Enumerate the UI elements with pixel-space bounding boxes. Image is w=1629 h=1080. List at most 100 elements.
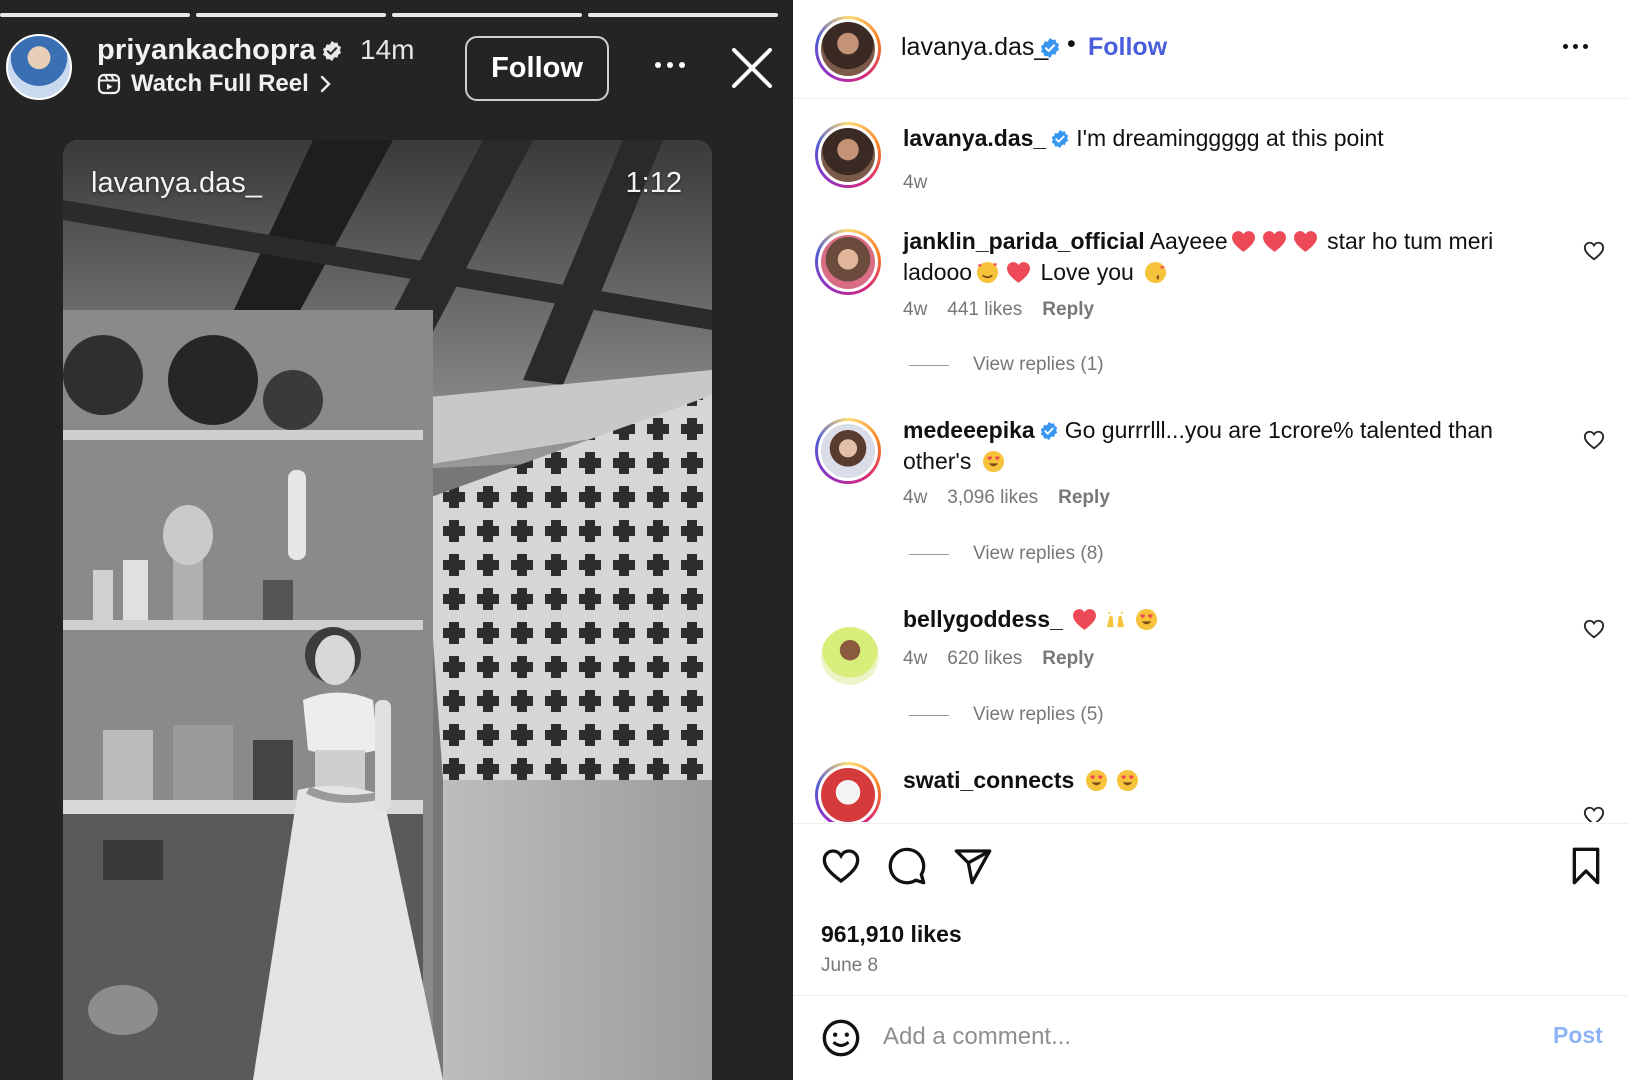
- bookmark-icon[interactable]: [1566, 846, 1606, 886]
- story-time-ago: 14m: [360, 34, 415, 65]
- post-panel: lavanya.das_ • Follow lavanya.das_ I'm dr…: [793, 0, 1629, 1080]
- emoji-smiley-icon[interactable]: [821, 1018, 861, 1058]
- more-icon[interactable]: [650, 50, 690, 80]
- progress-segment: [392, 13, 582, 17]
- comment-username[interactable]: janklin_parida_official: [903, 228, 1145, 254]
- comment-meta: 4w 620 likes Reply: [903, 648, 1094, 670]
- comment-likes[interactable]: 620 likes: [947, 648, 1022, 670]
- caption-time: 4w: [903, 172, 928, 193]
- reply-button[interactable]: Reply: [1058, 487, 1110, 509]
- post-comment-button[interactable]: Post: [1553, 1022, 1603, 1049]
- post-date: June 8: [821, 955, 879, 976]
- comment-meta: 4w 3,096 likes Reply: [903, 487, 1110, 509]
- reply-button[interactable]: Reply: [1042, 648, 1094, 670]
- comment-time: 4w: [903, 648, 928, 669]
- story-progress-bar: [0, 13, 778, 17]
- caption-username[interactable]: lavanya.das_: [903, 125, 1046, 151]
- post-follow-link[interactable]: Follow: [1088, 33, 1167, 62]
- caption-meta: 4w: [903, 172, 927, 194]
- heart-outline-icon[interactable]: [1583, 618, 1605, 640]
- comments-list[interactable]: lavanya.das_ I'm dreaminggggg at this poi…: [793, 100, 1629, 822]
- story-user-avatar[interactable]: [6, 34, 72, 100]
- comment-likes[interactable]: 3,096 likes: [947, 487, 1038, 509]
- view-replies-link[interactable]: View replies (1): [909, 354, 1104, 376]
- comment-avatar[interactable]: [815, 229, 881, 295]
- comment-text: bellygoddess_: [903, 604, 1553, 635]
- watch-full-reel-label: Watch Full Reel: [131, 70, 309, 97]
- view-replies-label: View replies (1): [973, 354, 1104, 375]
- comment-time: 4w: [903, 487, 928, 508]
- verified-badge-icon: [322, 40, 342, 62]
- comment-input[interactable]: [883, 1012, 1483, 1062]
- comment-bubble-icon[interactable]: [887, 846, 927, 886]
- caption-avatar[interactable]: [815, 122, 881, 188]
- story-follow-button[interactable]: Follow: [465, 36, 609, 101]
- comment-username[interactable]: bellygoddess_: [903, 606, 1063, 632]
- heart-emoji-icon: [1007, 262, 1031, 283]
- share-send-icon[interactable]: [953, 846, 993, 886]
- comment-text: medeeepika Go gurrrlll...you are 1crore% …: [903, 415, 1553, 477]
- kissing-face-emoji-icon: [1145, 261, 1167, 284]
- heart-outline-icon[interactable]: [1583, 429, 1605, 451]
- verified-badge-icon: [1040, 421, 1057, 441]
- like-heart-icon[interactable]: [821, 846, 861, 886]
- story-username[interactable]: priyankachopra: [97, 34, 316, 67]
- comment-avatar[interactable]: [821, 627, 879, 685]
- comment-meta: 4w 441 likes Reply: [903, 299, 1094, 321]
- raising-hands-emoji-icon: [1107, 611, 1125, 628]
- close-icon[interactable]: [730, 46, 774, 90]
- reel-video[interactable]: lavanya.das_ 1:12: [63, 140, 712, 1080]
- chevron-right-icon: [320, 75, 331, 93]
- caption-body: I'm dreaminggggg at this point: [1076, 125, 1384, 151]
- post-author-username[interactable]: lavanya.das_: [901, 33, 1048, 62]
- comment-text: janklin_parida_official Aayeee star ho t…: [903, 226, 1553, 288]
- heart-emoji-icon: [1262, 231, 1286, 252]
- caption-text: lavanya.das_ I'm dreaminggggg at this poi…: [903, 123, 1553, 154]
- smiling-face-hearts-emoji-icon: [977, 261, 999, 284]
- heart-eyes-emoji-icon: [982, 450, 1004, 473]
- view-replies-link[interactable]: View replies (8): [909, 543, 1104, 565]
- post-actions: 961,910 likes June 8: [793, 823, 1629, 995]
- progress-segment: [0, 13, 190, 17]
- video-duration: 1:12: [625, 167, 682, 199]
- comment-username[interactable]: swati_connects: [903, 767, 1074, 793]
- comment-body: Aayeee: [1149, 228, 1228, 254]
- replies-divider-line: [909, 553, 949, 555]
- comment-body: ladooo: [903, 259, 973, 285]
- comment-body: Go gurrrlll...you are 1crore% talented t…: [1064, 417, 1493, 443]
- view-replies-label: View replies (5): [973, 704, 1104, 725]
- progress-segment: [196, 13, 386, 17]
- likes-count[interactable]: 961,910 likes: [821, 921, 962, 948]
- reply-button[interactable]: Reply: [1042, 299, 1094, 321]
- view-replies-label: View replies (8): [973, 543, 1104, 564]
- video-username: lavanya.das_: [91, 167, 262, 199]
- comment-avatar[interactable]: [815, 418, 881, 484]
- comment-composer: Post: [793, 995, 1629, 1080]
- separator-dot: •: [1067, 30, 1076, 58]
- reel-icon: [97, 73, 121, 95]
- comment-avatar[interactable]: [815, 762, 881, 822]
- heart-eyes-emoji-icon: [1085, 769, 1107, 792]
- comment-username[interactable]: medeeepika: [903, 417, 1035, 443]
- more-options-icon[interactable]: [1563, 44, 1588, 49]
- heart-outline-icon[interactable]: [1583, 240, 1605, 262]
- comment-text: swati_connects: [903, 765, 1553, 796]
- heart-outline-icon[interactable]: [1583, 805, 1605, 822]
- post-header: lavanya.das_ • Follow: [793, 0, 1629, 99]
- post-author-avatar[interactable]: [815, 16, 881, 82]
- video-frame: [63, 140, 712, 1080]
- comment-likes[interactable]: 441 likes: [947, 299, 1022, 321]
- heart-emoji-icon: [1231, 231, 1255, 252]
- verified-badge-icon: [1051, 129, 1069, 149]
- view-replies-link[interactable]: View replies (5): [909, 704, 1104, 726]
- comment-time: 4w: [903, 299, 928, 320]
- comment-body: Love you: [1034, 259, 1141, 285]
- comment-body: star ho tum meri: [1320, 228, 1494, 254]
- heart-eyes-emoji-icon: [1116, 769, 1138, 792]
- heart-emoji-icon: [1073, 609, 1097, 630]
- story-viewer: priyankachopra 14m Watch Full Reel Follo…: [0, 0, 793, 1080]
- watch-full-reel-link[interactable]: Watch Full Reel: [97, 70, 333, 98]
- heart-emoji-icon: [1293, 231, 1317, 252]
- replies-divider-line: [909, 364, 949, 366]
- verified-badge-icon: [1040, 37, 1060, 59]
